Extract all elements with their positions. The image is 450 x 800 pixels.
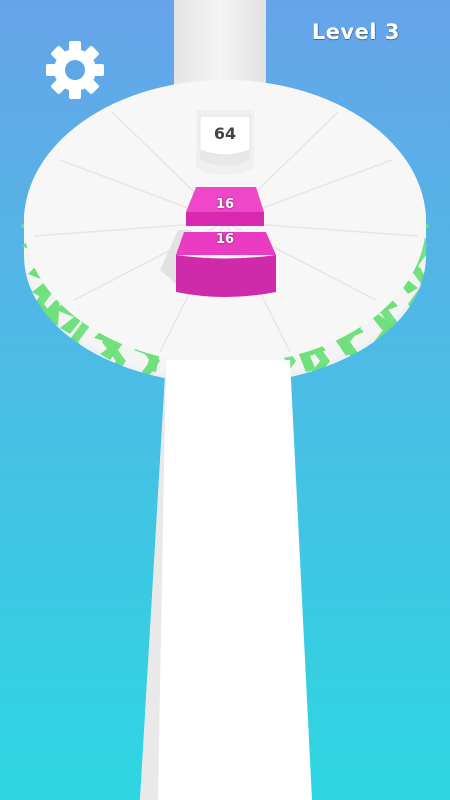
track-path [140, 360, 312, 800]
settings-button[interactable] [42, 37, 108, 103]
level-label: Level 3 [311, 20, 400, 44]
stack-block-value: 16 [215, 197, 235, 212]
gear-icon [46, 41, 104, 99]
tower-block-value: 64 [213, 124, 237, 143]
game-scene [0, 0, 450, 800]
stack-block-value: 16 [215, 232, 235, 247]
